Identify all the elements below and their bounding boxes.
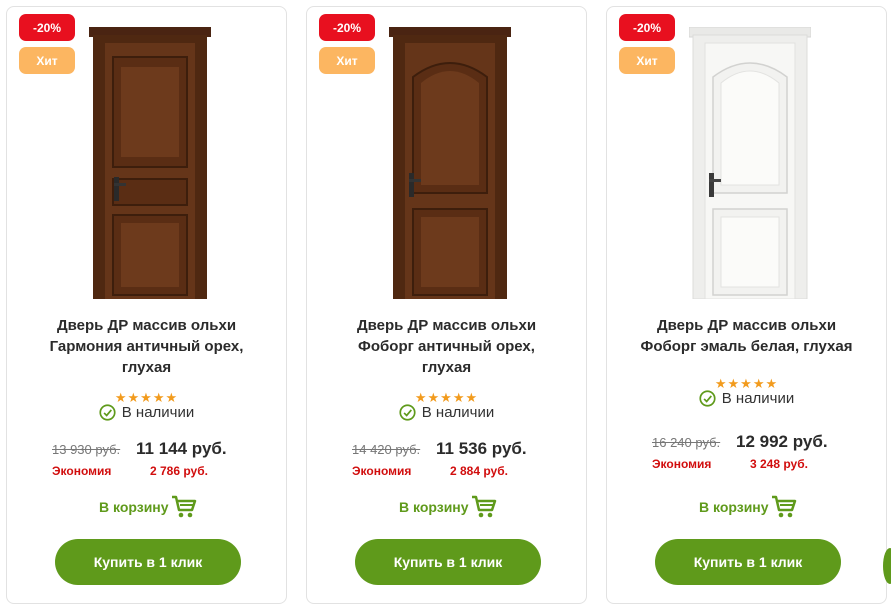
- discount-badge: -20%: [619, 14, 675, 41]
- hit-badge: Хит: [19, 47, 75, 74]
- check-circle-icon: [399, 404, 416, 421]
- rating-stars: ★★★★★: [714, 376, 779, 391]
- next-arrow-button[interactable]: [883, 548, 891, 584]
- product-title[interactable]: Дверь ДР массив ольхи Гармония античный …: [17, 315, 276, 378]
- stock-status: В наличии: [607, 390, 886, 407]
- door-image[interactable]: [689, 27, 811, 299]
- economy-value: 3 248 руб.: [750, 457, 808, 471]
- shopping-cart-icon: [471, 495, 496, 518]
- add-to-cart-button[interactable]: В корзину: [99, 494, 197, 519]
- stock-status: В наличии: [307, 404, 586, 421]
- door-image[interactable]: [389, 27, 511, 299]
- old-price: 13 930 руб.: [52, 442, 121, 457]
- stock-label: В наличии: [421, 404, 495, 421]
- economy-label: Экономия: [52, 464, 112, 478]
- buy-one-click-button[interactable]: Купить в 1 клик: [355, 539, 541, 585]
- product-card: -20% Хит Дверь ДР массив ольхи Фоборг ан…: [306, 6, 587, 604]
- door-image[interactable]: [89, 27, 211, 299]
- product-title[interactable]: Дверь ДР массив ольхи Фоборг античный ор…: [317, 315, 576, 378]
- product-card: -20% Хит Дверь ДР массив ольхи Гармония …: [6, 6, 287, 604]
- check-circle-icon: [699, 390, 716, 407]
- add-to-cart-button[interactable]: В корзину: [699, 494, 797, 519]
- economy-value: 2 786 руб.: [150, 464, 208, 478]
- economy-label: Экономия: [652, 457, 712, 471]
- current-price: 12 992 руб.: [736, 432, 828, 451]
- discount-badge: -20%: [19, 14, 75, 41]
- current-price: 11 536 руб.: [436, 439, 527, 458]
- product-title[interactable]: Дверь ДР массив ольхи Фоборг эмаль белая…: [617, 315, 876, 357]
- rating-stars: ★★★★★: [114, 390, 179, 405]
- cart-label: В корзину: [699, 498, 769, 515]
- old-price: 14 420 руб.: [352, 442, 421, 457]
- stock-label: В наличии: [721, 390, 795, 407]
- rating-stars: ★★★★★: [414, 390, 479, 405]
- economy-label: Экономия: [352, 464, 412, 478]
- shopping-cart-icon: [771, 495, 796, 518]
- stock-label: В наличии: [121, 404, 195, 421]
- hit-badge: Хит: [319, 47, 375, 74]
- add-to-cart-button[interactable]: В корзину: [399, 494, 497, 519]
- old-price: 16 240 руб.: [652, 435, 721, 450]
- check-circle-icon: [99, 404, 116, 421]
- buy-one-click-button[interactable]: Купить в 1 клик: [655, 539, 841, 585]
- product-card: -20% Хит Дверь ДР массив ольхи Фоборг эм…: [606, 6, 887, 604]
- current-price: 11 144 руб.: [136, 439, 227, 458]
- discount-badge: -20%: [319, 14, 375, 41]
- cart-label: В корзину: [99, 498, 169, 515]
- stock-status: В наличии: [7, 404, 286, 421]
- hit-badge: Хит: [619, 47, 675, 74]
- economy-value: 2 884 руб.: [450, 464, 508, 478]
- shopping-cart-icon: [171, 495, 196, 518]
- cart-label: В корзину: [399, 498, 469, 515]
- buy-one-click-button[interactable]: Купить в 1 клик: [55, 539, 241, 585]
